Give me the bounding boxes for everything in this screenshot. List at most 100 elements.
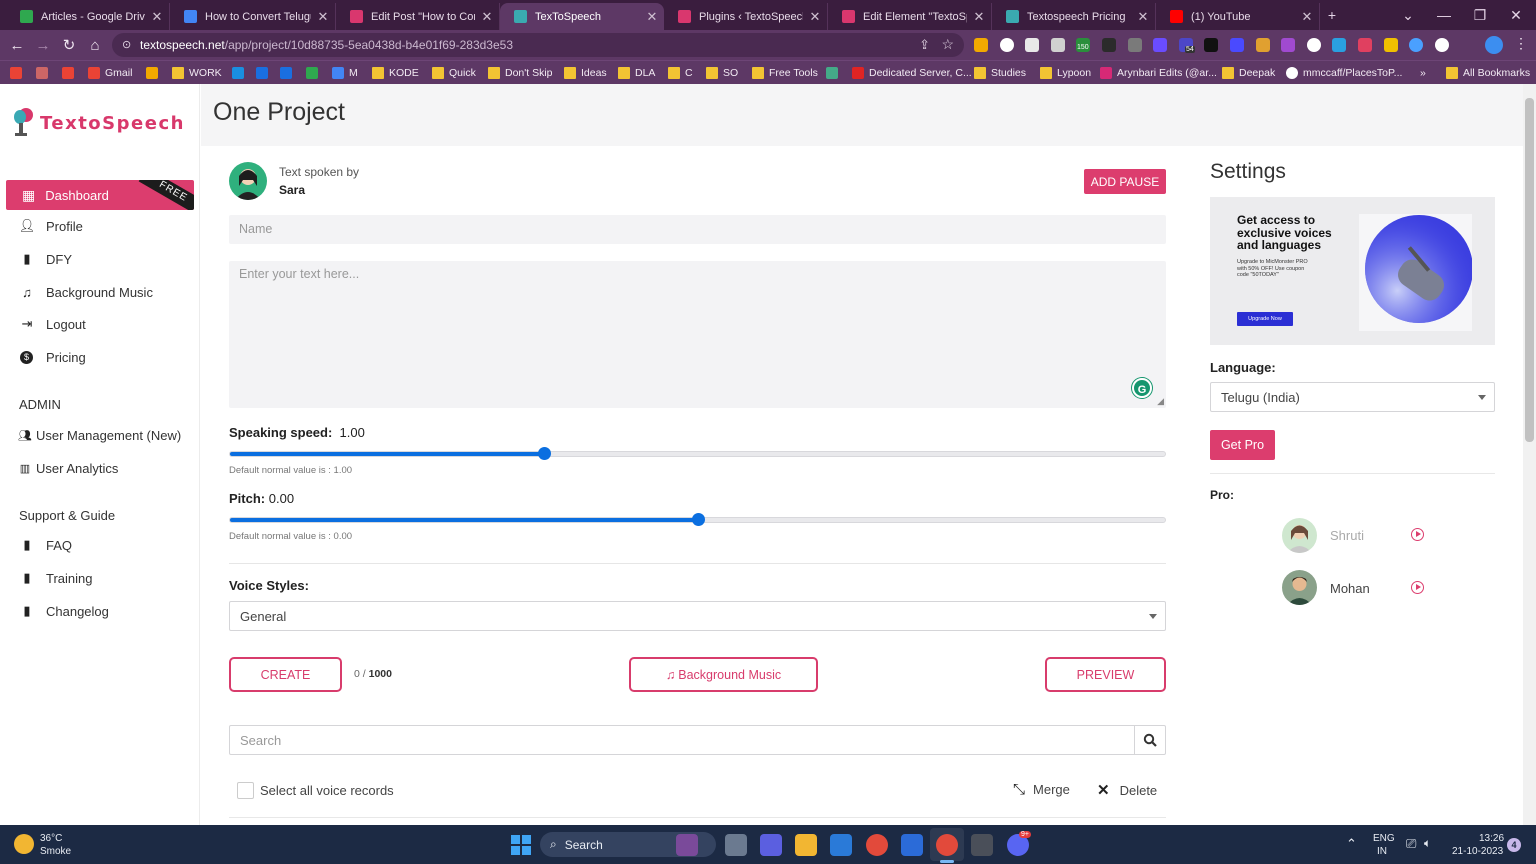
bookmark-item[interactable] — [232, 65, 249, 81]
language-indicator[interactable]: ENG — [1373, 833, 1395, 844]
chrome-active-icon[interactable] — [936, 834, 958, 856]
bookmark-item[interactable]: mmccaff/PlacesToP... — [1286, 65, 1402, 81]
close-tab-icon[interactable]: ✕ — [311, 9, 335, 25]
bookmark-item[interactable]: Don't Skip — [488, 65, 553, 81]
browser-tab[interactable]: Articles - Google Drive ✕ — [6, 3, 170, 30]
sidebar-item-background-music[interactable]: ♫ Background Music — [18, 280, 153, 304]
delete-button[interactable]: ✕ Delete — [1097, 781, 1157, 799]
extension-icon[interactable] — [1383, 38, 1398, 52]
extension-icon[interactable] — [1102, 38, 1116, 52]
network-icon[interactable]: ⎚ — [1406, 836, 1416, 852]
background-music-button[interactable]: ♫ Background Music — [629, 657, 818, 692]
browser-tab[interactable]: Plugins ‹ TextoSpeech — \✕ — [664, 3, 828, 30]
bookmark-item[interactable]: Quick — [432, 65, 476, 81]
bookmark-item[interactable] — [10, 65, 27, 81]
bookmark-item[interactable]: Gmail — [88, 65, 132, 81]
browser-tab[interactable]: (1) YouTube ✕ — [1156, 3, 1320, 30]
bookmark-item[interactable]: M — [332, 65, 358, 81]
forward-icon[interactable]: → — [34, 36, 52, 54]
bookmark-item[interactable] — [146, 65, 163, 81]
upgrade-now-button[interactable]: Upgrade Now — [1237, 312, 1293, 326]
close-tab-icon[interactable]: ✕ — [803, 9, 827, 25]
extension-icon[interactable] — [999, 38, 1014, 52]
bookmarks-overflow-button[interactable]: » — [1420, 65, 1426, 81]
bookmark-item[interactable]: Arynbari Edits (@ar... — [1100, 65, 1217, 81]
search-button[interactable] — [1134, 725, 1166, 755]
bookmark-item[interactable]: SO — [706, 65, 738, 81]
merge-button[interactable]: ⤡ Merge — [1013, 781, 1070, 798]
share-icon[interactable]: ⇪ — [919, 37, 930, 53]
sidebar-item-user-management-new[interactable]: 👥︎ User Management (New) — [18, 423, 181, 447]
close-tab-icon[interactable]: ✕ — [475, 9, 499, 25]
get-pro-button[interactable]: Get Pro — [1210, 430, 1275, 460]
bookmark-item[interactable]: Free Tools — [752, 65, 818, 81]
bookmark-item[interactable]: WORK — [172, 65, 222, 81]
notification-badge[interactable]: 4 — [1507, 838, 1521, 852]
sidebar-item-user-analytics[interactable]: ▥ User Analytics — [18, 456, 119, 480]
bookmark-item[interactable] — [280, 65, 297, 81]
extension-icon[interactable] — [1281, 38, 1296, 52]
bookmark-item[interactable]: Lypoon — [1040, 65, 1091, 81]
app-logo[interactable]: TextoSpeech — [10, 106, 185, 140]
all-bookmarks-button[interactable]: All Bookmarks — [1446, 65, 1530, 81]
sidebar-item-faq[interactable]: ▮ FAQ — [18, 533, 72, 557]
search-input[interactable]: Search — [229, 725, 1135, 755]
notepad-icon[interactable] — [901, 834, 923, 856]
speed-slider[interactable] — [229, 447, 1166, 460]
calculator-icon[interactable] — [971, 834, 993, 856]
chrome-menu-icon[interactable]: ⋮ — [1514, 35, 1528, 52]
text-input[interactable]: Enter your text here... G ◢ — [229, 261, 1166, 408]
name-input[interactable]: Name — [229, 215, 1166, 244]
extension-icon[interactable] — [1230, 38, 1244, 52]
close-tab-icon[interactable]: ✕ — [1131, 9, 1155, 25]
sidebar-item-dfy[interactable]: ▮ DFY — [18, 247, 72, 271]
language-select[interactable]: Telugu (India) — [1210, 382, 1495, 412]
profile-avatar[interactable] — [1485, 36, 1503, 54]
sidebar-item-changelog[interactable]: ▮ Changelog — [18, 599, 108, 623]
extension-icon[interactable] — [1204, 38, 1219, 52]
extension-icon[interactable] — [1358, 38, 1372, 52]
chevron-up-icon[interactable]: ⌃ — [1346, 836, 1357, 852]
puzzle-icon[interactable] — [1409, 38, 1424, 52]
extension-icon[interactable] — [1025, 38, 1040, 52]
browser-tab[interactable]: Edit Element "TextoSpeec✕ — [828, 3, 992, 30]
page-scrollbar[interactable] — [1523, 84, 1536, 825]
volume-icon[interactable]: 🔈︎ — [1424, 836, 1431, 851]
close-tab-icon[interactable]: ✕ — [967, 9, 991, 25]
home-icon[interactable]: ⌂ — [86, 36, 104, 54]
browser-tab[interactable]: TexToSpeech ✕ — [500, 3, 664, 30]
bookmark-item[interactable]: Studies — [974, 65, 1026, 81]
address-bar[interactable]: ⊙ textospeech.net/app/project/10d88735-5… — [112, 33, 964, 57]
bookmark-item[interactable]: C — [668, 65, 693, 81]
close-tab-icon[interactable]: ✕ — [640, 9, 664, 25]
weather-icon[interactable] — [14, 834, 34, 854]
resize-handle-icon[interactable]: ◢ — [1157, 396, 1164, 407]
create-button[interactable]: CREATE — [229, 657, 342, 692]
bookmark-item[interactable]: Deepak — [1222, 65, 1275, 81]
extension-icon[interactable] — [1255, 38, 1270, 52]
browser-tab[interactable]: Edit Post "How to Convert✕ — [336, 3, 500, 30]
browser-tab[interactable]: Textospeech Pricing ✕ — [992, 3, 1156, 30]
back-icon[interactable]: ← — [8, 36, 26, 54]
new-tab-button[interactable]: + — [1322, 0, 1342, 30]
sidebar-item-logout[interactable]: ⇥ Logout — [18, 312, 86, 336]
chrome-icon[interactable] — [866, 834, 888, 856]
play-icon[interactable] — [1411, 528, 1424, 541]
pitch-slider-knob[interactable] — [691, 513, 705, 526]
add-pause-button[interactable]: ADD PAUSE — [1084, 169, 1166, 194]
extension-icon[interactable] — [1050, 38, 1065, 52]
file-explorer-icon[interactable] — [795, 834, 817, 856]
clock-time[interactable]: 13:26 — [1479, 833, 1504, 844]
site-info-icon[interactable]: ⊙ — [122, 38, 131, 51]
sidebar-item-pricing[interactable]: $ Pricing — [18, 345, 86, 369]
tab-search-icon[interactable]: ⌄ — [1390, 0, 1426, 30]
voice-style-select[interactable]: General — [229, 601, 1166, 631]
pitch-slider[interactable] — [229, 513, 1166, 526]
browser-tab[interactable]: How to Convert Telugu Te✕ — [170, 3, 336, 30]
bookmark-item[interactable] — [36, 65, 53, 81]
bookmark-item[interactable]: Ideas — [564, 65, 607, 81]
bookmark-item[interactable] — [306, 65, 323, 81]
side-panel-icon[interactable] — [1434, 38, 1449, 52]
windows-start-icon[interactable] — [511, 835, 531, 855]
bookmark-item[interactable] — [826, 65, 843, 81]
